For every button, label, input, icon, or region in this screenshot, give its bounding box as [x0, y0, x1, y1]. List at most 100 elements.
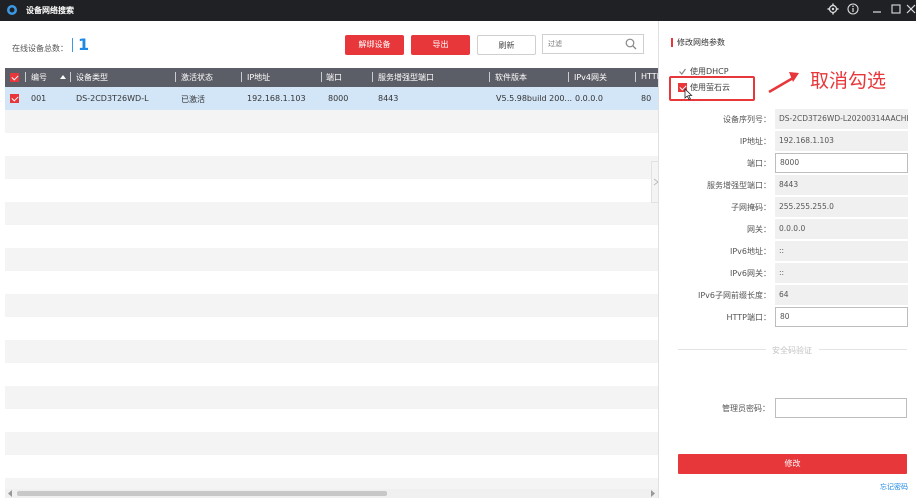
- checkmark-icon: [679, 68, 686, 75]
- column-header-ipv4-gateway[interactable]: IPv4网关: [574, 72, 607, 83]
- online-total-value: 1: [78, 35, 90, 54]
- empty-row: [5, 340, 658, 363]
- column-header-software-version[interactable]: 软件版本: [495, 72, 527, 83]
- port-input[interactable]: 8000: [775, 153, 908, 173]
- info-icon[interactable]: [846, 3, 860, 17]
- cell-enhanced-port: 8443: [378, 94, 399, 103]
- column-separator: [321, 72, 322, 82]
- http-port-input[interactable]: 80: [775, 307, 908, 327]
- column-separator: [175, 72, 176, 82]
- horizontal-scrollbar[interactable]: [5, 489, 658, 498]
- field-serial: 设备序列号： DS-2CD3T26WD-L20200314AACHI: [659, 109, 916, 129]
- cell-device-type: DS-2CD3T26WD-L: [76, 94, 149, 103]
- device-table-body: 001 DS-2CD3T26WD-L 已激活 192.168.1.103 80 0…: [5, 87, 658, 491]
- field-ipv6-prefix: IPv6子网前缀长度： 64: [659, 285, 916, 305]
- table-row[interactable]: 001 DS-2CD3T26WD-L 已激活 192.168.1.103 80 0…: [5, 87, 658, 110]
- empty-row: [5, 455, 658, 478]
- admin-password-label: 管理员密码：: [722, 404, 770, 413]
- field-ipv6-address: IPv6地址： ::: [659, 241, 916, 261]
- column-separator: [25, 72, 26, 82]
- sort-asc-icon[interactable]: [60, 74, 66, 80]
- scroll-left-icon[interactable]: [7, 490, 13, 497]
- ipv6-address-label: IPv6地址：: [729, 247, 771, 256]
- empty-row: [5, 363, 658, 386]
- window-title: 设备网络搜索: [26, 6, 74, 15]
- ip-value: 192.168.1.103: [775, 131, 908, 151]
- empty-row: [5, 271, 658, 294]
- column-separator: [372, 72, 373, 82]
- gear-icon[interactable]: [826, 3, 840, 17]
- column-header-ip[interactable]: IP地址: [247, 72, 270, 83]
- empty-row: [5, 156, 658, 179]
- gateway-label: 网关：: [747, 225, 771, 234]
- field-ipv6-gateway: IPv6网关： ::: [659, 263, 916, 283]
- empty-row: [5, 202, 658, 225]
- annotation-arrow-icon: [768, 72, 799, 94]
- empty-row: [5, 432, 658, 455]
- device-list-area: 在线设备总数： 1 解绑设备 导出 刷新 编号 设备类型 激活状态 IP地址 端…: [0, 21, 661, 498]
- column-separator: [241, 72, 242, 82]
- select-all-checkbox[interactable]: [10, 73, 19, 82]
- admin-password-input[interactable]: [775, 398, 907, 418]
- ipv6-gateway-value: ::: [775, 263, 908, 283]
- mouse-cursor-icon: [684, 88, 693, 100]
- empty-row: [5, 248, 658, 271]
- serial-value: DS-2CD3T26WD-L20200314AACHI: [775, 109, 908, 129]
- scroll-right-icon[interactable]: [650, 490, 656, 497]
- filter-box[interactable]: [542, 34, 644, 54]
- refresh-button[interactable]: 刷新: [477, 35, 536, 55]
- annotation-text: 取消勾选: [810, 70, 887, 92]
- cell-ipv4-gateway: 0.0.0.0: [575, 94, 603, 103]
- unbind-device-button[interactable]: 解绑设备: [345, 35, 404, 55]
- search-icon[interactable]: [625, 38, 637, 50]
- column-separator: [568, 72, 569, 82]
- row-checkbox[interactable]: [10, 94, 19, 103]
- empty-row: [5, 409, 658, 432]
- field-http-port: HTTP端口： 80: [659, 307, 916, 327]
- section-marker: [671, 38, 673, 47]
- cell-activation: 已激活: [181, 95, 205, 104]
- empty-row: [5, 110, 658, 133]
- panel-title: 修改网络参数: [677, 38, 725, 47]
- field-ip: IP地址： 192.168.1.103: [659, 131, 916, 151]
- empty-row: [5, 386, 658, 409]
- empty-row: [5, 179, 658, 202]
- column-separator: [70, 72, 71, 82]
- column-header-port[interactable]: 端口: [326, 72, 342, 83]
- annotation-highlight-box: [669, 76, 755, 101]
- subnet-mask-value: 255.255.255.0: [775, 197, 908, 217]
- modify-button[interactable]: 修改: [678, 454, 907, 474]
- empty-row: [5, 294, 658, 317]
- filter-input[interactable]: [543, 35, 621, 53]
- field-gateway: 网关： 0.0.0.0: [659, 219, 916, 239]
- http-port-label: HTTP端口：: [726, 313, 771, 322]
- title-bar: 设备网络搜索: [0, 0, 916, 21]
- minimize-icon[interactable]: [870, 3, 884, 17]
- column-header-enhanced-port[interactable]: 服务增强型端口: [378, 72, 434, 83]
- forgot-password-link[interactable]: 忘记密码: [880, 482, 908, 492]
- field-enhanced-port: 服务增强型端口： 8443: [659, 175, 916, 195]
- serial-label: 设备序列号：: [723, 115, 771, 124]
- subnet-mask-label: 子网掩码：: [731, 203, 771, 212]
- ipv6-prefix-value: 64: [775, 285, 908, 305]
- gateway-value: 0.0.0.0: [775, 219, 908, 239]
- cell-http: 80: [641, 94, 652, 103]
- divider: [678, 349, 766, 350]
- empty-row: [5, 225, 658, 248]
- column-header-activation[interactable]: 激活状态: [181, 72, 213, 83]
- close-icon[interactable]: [904, 3, 916, 17]
- empty-row: [5, 133, 658, 156]
- ipv6-address-value: ::: [775, 241, 908, 261]
- export-button[interactable]: 导出: [411, 35, 470, 55]
- column-header-device-type[interactable]: 设备类型: [76, 72, 108, 83]
- maximize-icon[interactable]: [889, 3, 903, 17]
- online-total-label: 在线设备总数：: [12, 44, 68, 53]
- scrollbar-thumb[interactable]: [17, 491, 387, 496]
- cell-index: 001: [31, 94, 47, 103]
- field-port: 端口： 8000: [659, 153, 916, 173]
- cell-software-version: V5.5.98build 200...: [496, 94, 573, 103]
- column-header-index[interactable]: 编号: [31, 72, 47, 83]
- cell-ip: 192.168.1.103: [247, 94, 306, 103]
- empty-row: [5, 317, 658, 340]
- column-separator: [635, 72, 636, 82]
